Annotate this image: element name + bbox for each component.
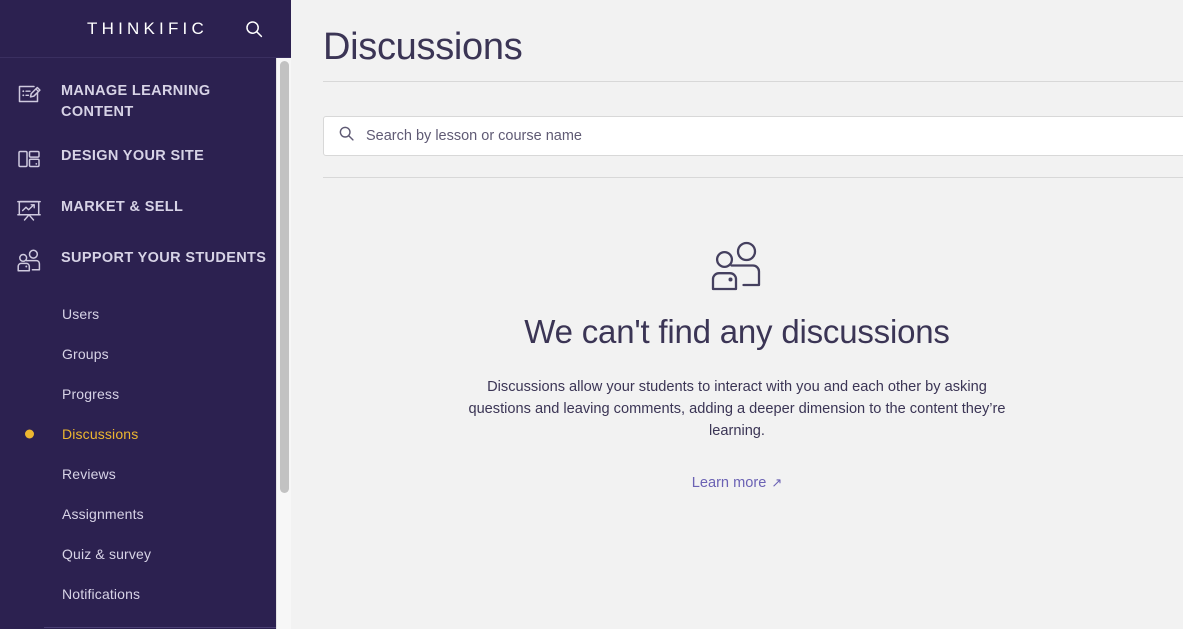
note-pencil-icon [14, 79, 44, 109]
sidebar-item-label: Notifications [62, 586, 141, 602]
sidebar-item-label: Progress [62, 386, 120, 402]
title-divider [323, 81, 1183, 82]
empty-state-description: Discussions allow your students to inter… [468, 379, 1006, 439]
sidebar-section-design-your-site[interactable]: DESIGN YOUR SITE [0, 133, 291, 184]
search-divider [323, 177, 1183, 178]
two-people-icon [14, 246, 44, 276]
learn-more-link[interactable]: Learn more ↗ [692, 475, 783, 491]
search-icon [338, 125, 355, 147]
sidebar: THINKIFIC MANAGE LEARNING CONTENT DESIGN… [0, 0, 291, 629]
page-title: Discussions [323, 26, 523, 68]
sidebar-item-reviews[interactable]: Reviews [0, 454, 291, 494]
presentation-chart-icon [14, 195, 44, 225]
sidebar-item-notifications[interactable]: Notifications [0, 574, 291, 614]
sidebar-item-discussions[interactable]: Discussions [0, 414, 291, 454]
sidebar-item-label: Quiz & survey [62, 546, 152, 562]
sidebar-item-label: Groups [62, 346, 109, 362]
thinkific-logo[interactable]: THINKIFIC [83, 19, 208, 39]
sidebar-item-label: Discussions [62, 426, 139, 442]
search-input[interactable] [366, 117, 1183, 155]
sidebar-header: THINKIFIC [0, 0, 291, 58]
sidebar-nav: MANAGE LEARNING CONTENT DESIGN YOUR SITE [0, 58, 291, 629]
search-bar[interactable] [323, 116, 1183, 156]
external-link-arrow-icon: ↗ [771, 475, 783, 490]
empty-state: We can't find any discussions Discussion… [291, 240, 1183, 491]
sidebar-section-manage-learning-content[interactable]: MANAGE LEARNING CONTENT [0, 68, 291, 133]
sidebar-item-label: Reviews [62, 466, 116, 482]
sidebar-divider [44, 627, 291, 628]
sidebar-subnav: Users Groups Progress Discussions Review… [0, 286, 291, 614]
sidebar-section-market-and-sell[interactable]: MARKET & SELL [0, 184, 291, 235]
layout-panels-icon [14, 144, 44, 174]
sidebar-item-groups[interactable]: Groups [0, 334, 291, 374]
main-content: Discussions We ca [291, 0, 1183, 629]
two-people-icon [704, 240, 770, 296]
sidebar-section-label: MARKET & SELL [61, 199, 184, 215]
sidebar-item-quiz-and-survey[interactable]: Quiz & survey [0, 534, 291, 574]
sidebar-item-assignments[interactable]: Assignments [0, 494, 291, 534]
sidebar-item-users[interactable]: Users [0, 294, 291, 334]
sidebar-section-label: DESIGN YOUR SITE [61, 148, 205, 164]
sidebar-scrollbar-track[interactable] [276, 58, 291, 629]
sidebar-scrollbar-thumb[interactable] [280, 61, 289, 493]
sidebar-item-label: Users [62, 306, 100, 322]
sidebar-section-label: MANAGE LEARNING CONTENT [61, 83, 211, 120]
sidebar-item-label: Assignments [62, 506, 144, 522]
active-indicator-dot [25, 429, 34, 439]
search-icon[interactable] [243, 18, 265, 40]
app-root: THINKIFIC MANAGE LEARNING CONTENT DESIGN… [0, 0, 1183, 629]
empty-state-title: We can't find any discussions [524, 313, 950, 350]
sidebar-section-support-your-students[interactable]: SUPPORT YOUR STUDENTS [0, 235, 291, 286]
sidebar-item-progress[interactable]: Progress [0, 374, 291, 414]
learn-more-label: Learn more [691, 475, 767, 491]
sidebar-section-label: SUPPORT YOUR STUDENTS [61, 250, 267, 266]
